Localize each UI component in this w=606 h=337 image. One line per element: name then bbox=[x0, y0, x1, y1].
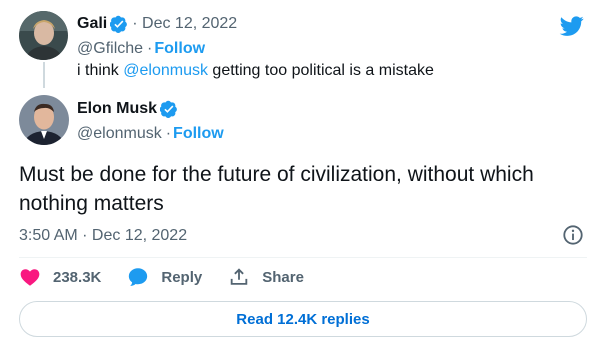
author-name[interactable]: Elon Musk bbox=[77, 100, 157, 118]
like-count: 238.3K bbox=[53, 268, 102, 286]
share-button[interactable]: Share bbox=[228, 266, 304, 288]
tweet-date[interactable]: · Dec 12, 2022 bbox=[132, 15, 237, 33]
verified-badge-icon bbox=[110, 15, 128, 33]
author-name[interactable]: Gali bbox=[77, 15, 107, 33]
avatar-gali[interactable] bbox=[19, 11, 68, 60]
heart-icon bbox=[20, 269, 40, 286]
reply-button[interactable]: Reply bbox=[127, 266, 202, 288]
parent-author-row: Gali · Dec 12, 2022 bbox=[77, 15, 237, 33]
mention-link[interactable]: @elonmusk bbox=[123, 62, 208, 79]
main-author-row: Elon Musk bbox=[77, 100, 178, 118]
author-handle[interactable]: @elonmusk bbox=[77, 125, 162, 143]
info-icon[interactable] bbox=[562, 224, 584, 246]
tweet-embed-card: Gali · Dec 12, 2022 @Gfilche · Follow i … bbox=[0, 0, 606, 337]
parent-handle-row: @Gfilche · Follow bbox=[77, 40, 205, 58]
like-button[interactable]: 238.3K bbox=[19, 266, 101, 288]
thread-connector-line bbox=[43, 62, 45, 88]
action-bar: 238.3K Reply Share bbox=[19, 266, 330, 288]
divider bbox=[19, 257, 587, 258]
follow-button[interactable]: Follow bbox=[154, 40, 205, 58]
twitter-bird-icon[interactable] bbox=[558, 14, 586, 38]
separator-dot: · bbox=[165, 125, 172, 142]
reply-bubble-icon bbox=[129, 268, 148, 286]
tweet-timestamp[interactable]: 3:50 AM · Dec 12, 2022 bbox=[19, 227, 187, 245]
follow-button[interactable]: Follow bbox=[173, 125, 224, 143]
verified-badge-icon bbox=[160, 100, 177, 118]
avatar-elon-musk[interactable] bbox=[19, 95, 69, 145]
main-handle-row: @elonmusk · Follow bbox=[77, 125, 224, 143]
main-tweet-text: Must be done for the future of civilizat… bbox=[19, 163, 534, 215]
separator-dot: · bbox=[147, 40, 153, 57]
parent-tweet-text: i think @elonmusk getting too political … bbox=[77, 62, 434, 79]
share-icon bbox=[230, 268, 248, 285]
read-replies-button[interactable]: Read 12.4K replies bbox=[19, 301, 587, 337]
share-label: Share bbox=[262, 268, 304, 286]
reply-label: Reply bbox=[161, 268, 203, 286]
author-handle[interactable]: @Gfilche bbox=[77, 40, 143, 58]
